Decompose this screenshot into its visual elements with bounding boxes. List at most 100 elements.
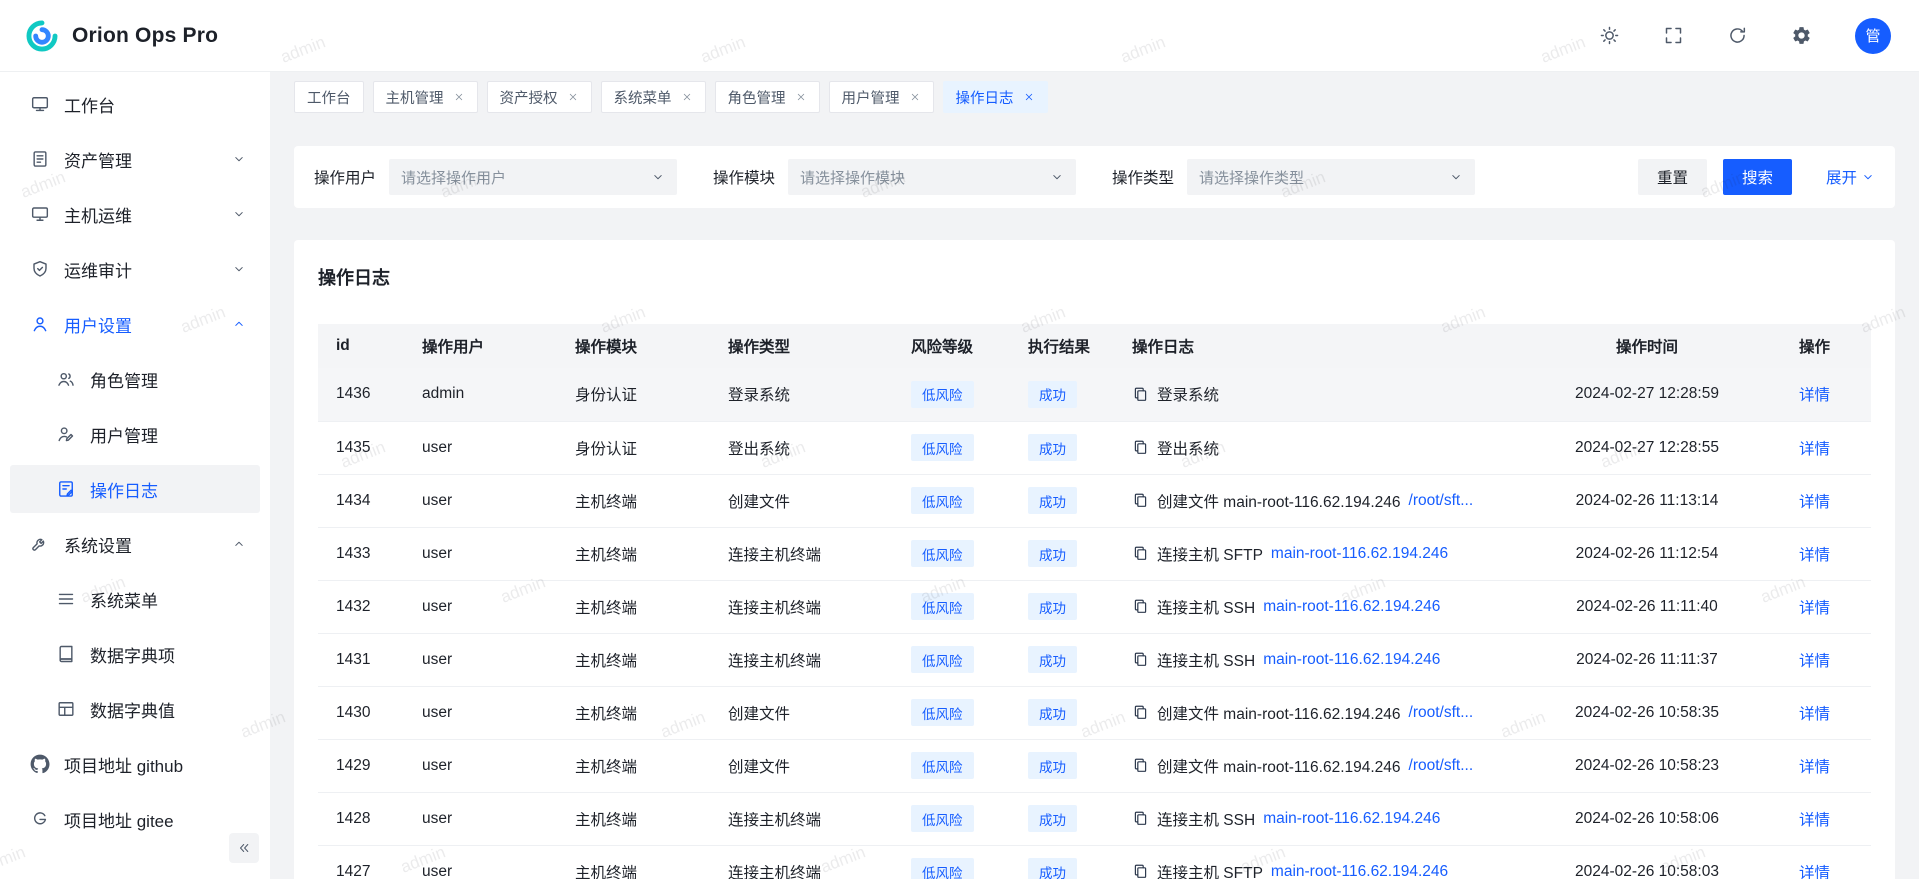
filter-label-type: 操作类型: [1112, 166, 1174, 188]
log-link[interactable]: /root/sft...: [1409, 492, 1474, 510]
cell-time: 2024-02-26 10:58:23: [1513, 739, 1781, 792]
sidebar-item-github[interactable]: 项目地址 github: [10, 740, 260, 788]
tab-asset-auth[interactable]: 资产授权: [487, 81, 592, 113]
log-link[interactable]: /root/sft...: [1409, 757, 1474, 775]
fullscreen-icon[interactable]: [1663, 25, 1684, 46]
cell-time: 2024-02-27 12:28:59: [1513, 368, 1781, 421]
search-button[interactable]: 搜索: [1723, 159, 1792, 195]
sidebar-collapse-button[interactable]: [229, 833, 259, 863]
log-text: 登出系统: [1157, 437, 1219, 459]
sidebar-item-dict-items[interactable]: 数据字典项: [10, 630, 260, 678]
sidebar-item-asset-management[interactable]: 资产管理: [10, 135, 260, 183]
filter-label-user: 操作用户: [314, 166, 376, 188]
gear-icon[interactable]: [1791, 25, 1812, 46]
copy-icon: [1132, 704, 1149, 721]
cell-type: 创建文件: [710, 686, 893, 739]
sidebar-item-system-settings[interactable]: 系统设置: [10, 520, 260, 568]
log-link[interactable]: main-root-116.62.194.246: [1263, 598, 1440, 616]
column-header-6: 操作日志: [1114, 324, 1513, 368]
table-row-1436: 1436admin身份认证登录系统低风险成功登录系统2024-02-27 12:…: [318, 368, 1871, 421]
cell-module: 主机终端: [557, 474, 710, 527]
log-link[interactable]: /root/sft...: [1409, 704, 1474, 722]
expand-toggle[interactable]: 展开: [1826, 166, 1875, 188]
sidebar-item-user-settings[interactable]: 用户设置: [10, 300, 260, 348]
log-cell: 创建文件 main-root-116.62.194.246 /root/sft.…: [1132, 490, 1495, 512]
close-icon[interactable]: [909, 91, 921, 103]
detail-link[interactable]: 详情: [1799, 653, 1830, 670]
reset-button[interactable]: 重置: [1638, 159, 1707, 195]
detail-link[interactable]: 详情: [1799, 706, 1830, 723]
sidebar-item-label: 运维审计: [64, 257, 132, 282]
log-link[interactable]: main-root-116.62.194.246: [1263, 651, 1440, 669]
detail-link[interactable]: 详情: [1799, 812, 1830, 829]
close-icon[interactable]: [567, 91, 579, 103]
tool-icon: [30, 534, 50, 554]
result-badge: 成功: [1028, 434, 1077, 461]
tab-role-management[interactable]: 角色管理: [715, 81, 820, 113]
close-icon[interactable]: [453, 91, 465, 103]
filter-select-user[interactable]: 请选择操作用户: [389, 159, 677, 195]
sidebar-item-ops-audit[interactable]: 运维审计: [10, 245, 260, 293]
sidebar-item-operation-log[interactable]: 操作日志: [10, 465, 260, 513]
cell-type: 连接主机终端: [710, 527, 893, 580]
filter-select-type[interactable]: 请选择操作类型: [1187, 159, 1475, 195]
detail-link[interactable]: 详情: [1799, 759, 1830, 776]
sidebar-item-host-ops[interactable]: 主机运维: [10, 190, 260, 238]
sidebar-item-system-menu[interactable]: 系统菜单: [10, 575, 260, 623]
gitee-icon: [30, 809, 50, 829]
tab-user-management[interactable]: 用户管理: [829, 81, 934, 113]
app-logo-icon: [24, 18, 60, 54]
detail-link[interactable]: 详情: [1799, 494, 1830, 511]
detail-link[interactable]: 详情: [1799, 441, 1830, 458]
cell-action: 详情: [1781, 792, 1871, 845]
cell-action: 详情: [1781, 474, 1871, 527]
close-icon[interactable]: [1023, 91, 1035, 103]
log-cell: 连接主机 SFTP main-root-116.62.194.246: [1132, 543, 1495, 565]
tab-label: 系统菜单: [614, 87, 672, 108]
sidebar-item-label: 数据字典值: [90, 697, 175, 722]
user-icon: [30, 314, 50, 334]
risk-badge-cell: 低风险: [893, 580, 1010, 633]
sidebar-item-label: 系统设置: [64, 532, 132, 557]
cell-type: 连接主机终端: [710, 633, 893, 686]
log-link[interactable]: main-root-116.62.194.246: [1271, 863, 1448, 879]
sidebar-item-role-management[interactable]: 角色管理: [10, 355, 260, 403]
log-cell: 连接主机 SFTP main-root-116.62.194.246: [1132, 861, 1495, 879]
filter-label-module: 操作模块: [713, 166, 775, 188]
tab-host-management[interactable]: 主机管理: [373, 81, 478, 113]
result-badge-cell: 成功: [1010, 421, 1114, 474]
detail-link[interactable]: 详情: [1799, 387, 1830, 404]
tab-workbench[interactable]: 工作台: [294, 81, 364, 113]
user-edit-icon: [56, 424, 76, 444]
result-badge: 成功: [1028, 805, 1077, 832]
shield-icon: [30, 259, 50, 279]
log-table: id操作用户操作模块操作类型风险等级执行结果操作日志操作时间操作 1436adm…: [318, 324, 1871, 879]
log-text: 创建文件 main-root-116.62.194.246: [1157, 755, 1401, 777]
tab-system-menu[interactable]: 系统菜单: [601, 81, 706, 113]
filter-select-module[interactable]: 请选择操作模块: [788, 159, 1076, 195]
sidebar-item-workbench[interactable]: 工作台: [10, 80, 260, 128]
refresh-icon[interactable]: [1727, 25, 1748, 46]
host-icon: [30, 204, 50, 224]
result-badge: 成功: [1028, 540, 1077, 567]
close-icon[interactable]: [795, 91, 807, 103]
log-link[interactable]: main-root-116.62.194.246: [1263, 810, 1440, 828]
submenu-user-settings: 角色管理用户管理操作日志: [10, 355, 260, 513]
sidebar-item-gitee[interactable]: 项目地址 gitee: [10, 795, 260, 843]
chevron-down-icon: [232, 152, 246, 166]
detail-link[interactable]: 详情: [1799, 547, 1830, 564]
sidebar-item-dict-values[interactable]: 数据字典值: [10, 685, 260, 733]
brightness-icon[interactable]: [1599, 25, 1620, 46]
log-cell: 登录系统: [1132, 383, 1495, 405]
copy-icon: [1132, 651, 1149, 668]
user-avatar[interactable]: 管: [1855, 18, 1891, 54]
detail-link[interactable]: 详情: [1799, 600, 1830, 617]
close-icon[interactable]: [681, 91, 693, 103]
sidebar-item-user-management[interactable]: 用户管理: [10, 410, 260, 458]
log-text: 连接主机 SFTP: [1157, 543, 1263, 565]
cell-log: 登录系统: [1114, 368, 1513, 421]
log-link[interactable]: main-root-116.62.194.246: [1271, 545, 1448, 563]
tab-operation-log[interactable]: 操作日志: [943, 81, 1048, 113]
document-icon: [30, 149, 50, 169]
detail-link[interactable]: 详情: [1799, 865, 1830, 879]
